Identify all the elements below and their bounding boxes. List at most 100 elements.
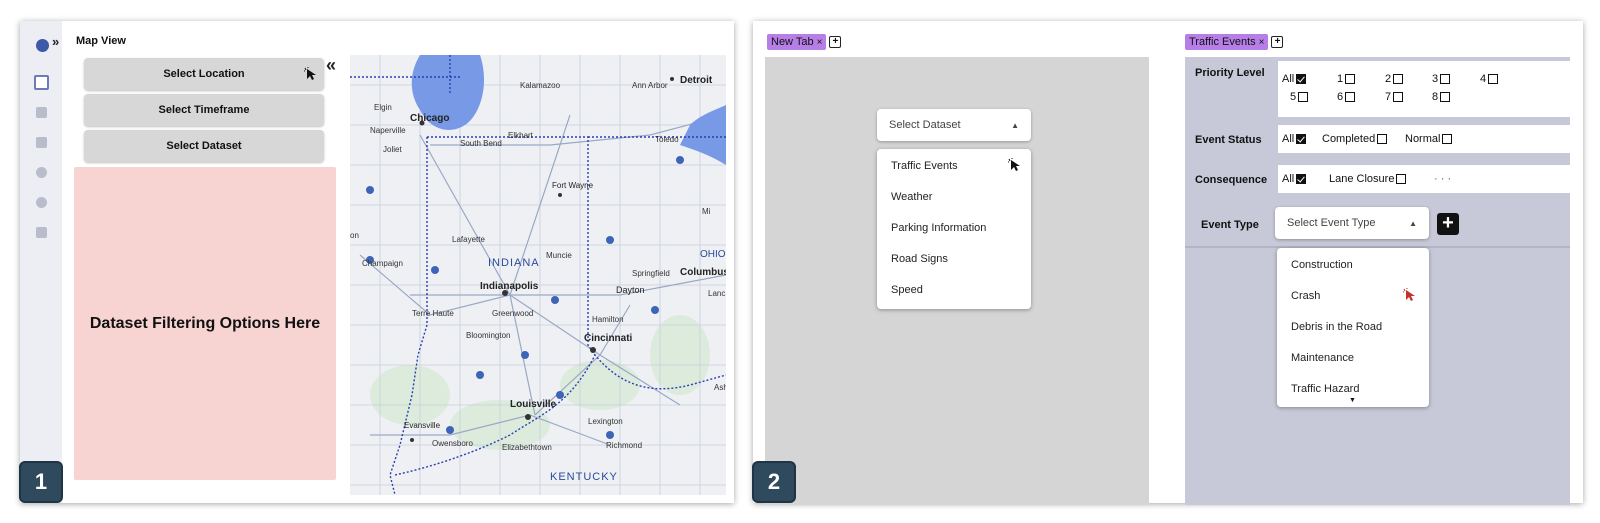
tab-traffic-events[interactable]: Traffic Events × bbox=[1185, 34, 1269, 50]
double-chevron-left-icon[interactable]: « bbox=[326, 55, 336, 76]
select-timeframe-button[interactable]: Select Timeframe bbox=[84, 94, 324, 126]
event-status-options: All Completed Normal bbox=[1278, 125, 1570, 153]
map-label-hamilton: Hamilton bbox=[592, 315, 624, 324]
add-tab-icon[interactable]: + bbox=[829, 36, 842, 48]
checkbox[interactable] bbox=[1440, 74, 1451, 84]
status-all-option[interactable]: All bbox=[1282, 133, 1307, 145]
database-icon[interactable] bbox=[36, 107, 47, 118]
priority-3-option[interactable]: 3 bbox=[1432, 73, 1451, 85]
checkbox-checked[interactable] bbox=[1296, 74, 1307, 84]
priority-6-label: 6 bbox=[1337, 91, 1344, 103]
event-type-option-debris[interactable]: Debris in the Road bbox=[1291, 321, 1382, 333]
priority-all-option[interactable]: All bbox=[1282, 73, 1307, 85]
checkbox-checked[interactable] bbox=[1296, 174, 1307, 184]
panel-badge-1: 1 bbox=[19, 461, 63, 503]
checkbox[interactable] bbox=[1488, 74, 1499, 84]
map-label-kalamazoo: Kalamazoo bbox=[520, 81, 561, 90]
more-options-ellipsis[interactable]: · · · bbox=[1434, 173, 1451, 185]
select-location-button[interactable]: Select Location bbox=[84, 58, 324, 90]
consequence-label: Consequence bbox=[1195, 174, 1268, 186]
select-location-label: Select Location bbox=[163, 68, 245, 80]
event-type-option-maintenance[interactable]: Maintenance bbox=[1291, 352, 1354, 364]
checkbox[interactable] bbox=[1440, 92, 1451, 102]
status-completed-option[interactable]: Completed bbox=[1322, 133, 1388, 145]
map-label-champaign: Champaign bbox=[362, 259, 403, 268]
priority-5-option[interactable]: 5 bbox=[1290, 91, 1309, 103]
map-label-louisville: Louisville bbox=[510, 399, 557, 410]
checkbox[interactable] bbox=[1396, 174, 1407, 184]
checkbox[interactable] bbox=[1393, 92, 1404, 102]
checkbox[interactable] bbox=[1442, 134, 1453, 144]
left-tab-bar: New Tab × + bbox=[767, 33, 842, 51]
select-timeframe-label: Select Timeframe bbox=[158, 104, 250, 116]
add-tab-icon[interactable]: + bbox=[1271, 36, 1284, 48]
dataset-selection-panel: New Tab × + Select Dataset ▲ Traffic Eve… bbox=[753, 21, 1583, 505]
add-event-type-button[interactable]: + bbox=[1437, 213, 1459, 235]
checkbox[interactable] bbox=[1345, 92, 1356, 102]
priority-7-option[interactable]: 7 bbox=[1385, 91, 1404, 103]
consequence-all-option[interactable]: All bbox=[1282, 173, 1307, 185]
tab-new-tab[interactable]: New Tab × bbox=[767, 34, 827, 50]
tab-traffic-events-label: Traffic Events bbox=[1189, 36, 1256, 48]
priority-8-label: 8 bbox=[1432, 91, 1439, 103]
select-dataset-button[interactable]: Select Dataset bbox=[84, 130, 324, 162]
map-label-mi: Mi bbox=[702, 207, 711, 216]
dataset-filter-area: Dataset Filtering Options Here bbox=[74, 167, 336, 480]
dataset-option-road-signs[interactable]: Road Signs bbox=[891, 253, 948, 265]
document-icon[interactable] bbox=[36, 227, 47, 238]
map-label-detroit: Detroit bbox=[680, 75, 713, 86]
user-icon[interactable] bbox=[36, 197, 47, 208]
priority-1-option[interactable]: 1 bbox=[1337, 73, 1356, 85]
status-normal-option[interactable]: Normal bbox=[1405, 133, 1453, 145]
event-type-option-traffic-hazard[interactable]: Traffic Hazard bbox=[1291, 383, 1359, 395]
status-all-label: All bbox=[1282, 133, 1295, 145]
click-cursor-icon bbox=[1008, 158, 1022, 175]
consequence-all-label: All bbox=[1282, 173, 1295, 185]
close-tab-icon[interactable]: × bbox=[1259, 37, 1265, 48]
select-event-type-dropdown[interactable]: Select Event Type ▲ bbox=[1275, 207, 1429, 239]
checkbox[interactable] bbox=[1377, 134, 1388, 144]
dataset-option-speed[interactable]: Speed bbox=[891, 284, 923, 296]
priority-6-option[interactable]: 6 bbox=[1337, 91, 1356, 103]
map-icon[interactable] bbox=[34, 75, 49, 90]
event-type-option-construction[interactable]: Construction bbox=[1291, 259, 1353, 271]
map-label-indianapolis: Indianapolis bbox=[480, 281, 539, 292]
event-type-options-list: Construction Crash Debris in the Road Ma… bbox=[1277, 248, 1429, 407]
map-label-columbus: Columbus bbox=[680, 267, 726, 278]
layers-icon[interactable] bbox=[36, 137, 47, 148]
caret-up-icon: ▲ bbox=[1011, 120, 1019, 130]
checkbox[interactable] bbox=[1298, 92, 1309, 102]
select-dataset-placeholder: Select Dataset bbox=[889, 119, 961, 131]
map-canvas[interactable]: Chicago Detroit Ann Arbor Kalamazoo Elgi… bbox=[350, 55, 726, 495]
close-tab-icon[interactable]: × bbox=[817, 37, 823, 48]
right-tab-bar: Traffic Events × + bbox=[1185, 33, 1284, 51]
checkbox[interactable] bbox=[1345, 74, 1356, 84]
consequence-lane-closure-option[interactable]: Lane Closure bbox=[1329, 173, 1407, 185]
dataset-option-traffic-events[interactable]: Traffic Events bbox=[891, 160, 958, 172]
gear-icon[interactable] bbox=[36, 167, 47, 178]
map-label-joliet: Joliet bbox=[383, 145, 402, 154]
priority-level-options: All 1 2 3 4 5 6 7 8 bbox=[1278, 61, 1570, 117]
map-view-panel: » Map View Select Location Select Timefr… bbox=[20, 21, 734, 503]
map-label-ashl: Ashl bbox=[714, 383, 726, 392]
priority-4-option[interactable]: 4 bbox=[1480, 73, 1499, 85]
dataset-option-parking[interactable]: Parking Information bbox=[891, 222, 986, 234]
map-label-lexington: Lexington bbox=[588, 417, 623, 426]
scroll-down-icon[interactable]: ▼ bbox=[1349, 397, 1356, 404]
event-type-option-crash[interactable]: Crash bbox=[1291, 290, 1320, 302]
checkbox-checked[interactable] bbox=[1296, 134, 1307, 144]
consequence-lane-closure-label: Lane Closure bbox=[1329, 173, 1395, 185]
dataset-option-weather[interactable]: Weather bbox=[891, 191, 932, 203]
priority-2-option[interactable]: 2 bbox=[1385, 73, 1404, 85]
map-label-springfield: Springfield bbox=[632, 269, 670, 278]
double-chevron-right-icon[interactable]: » bbox=[52, 34, 59, 49]
priority-8-option[interactable]: 8 bbox=[1432, 91, 1451, 103]
map-label-elizabethtown: Elizabethtown bbox=[502, 443, 552, 452]
checkbox[interactable] bbox=[1393, 74, 1404, 84]
map-label-on: on bbox=[350, 231, 359, 240]
map-label-naperville: Naperville bbox=[370, 126, 406, 135]
select-dataset-dropdown[interactable]: Select Dataset ▲ bbox=[877, 109, 1031, 141]
map-label-kentucky: KENTUCKY bbox=[550, 471, 618, 483]
map-label-bloomington: Bloomington bbox=[466, 331, 511, 340]
priority-7-label: 7 bbox=[1385, 91, 1392, 103]
